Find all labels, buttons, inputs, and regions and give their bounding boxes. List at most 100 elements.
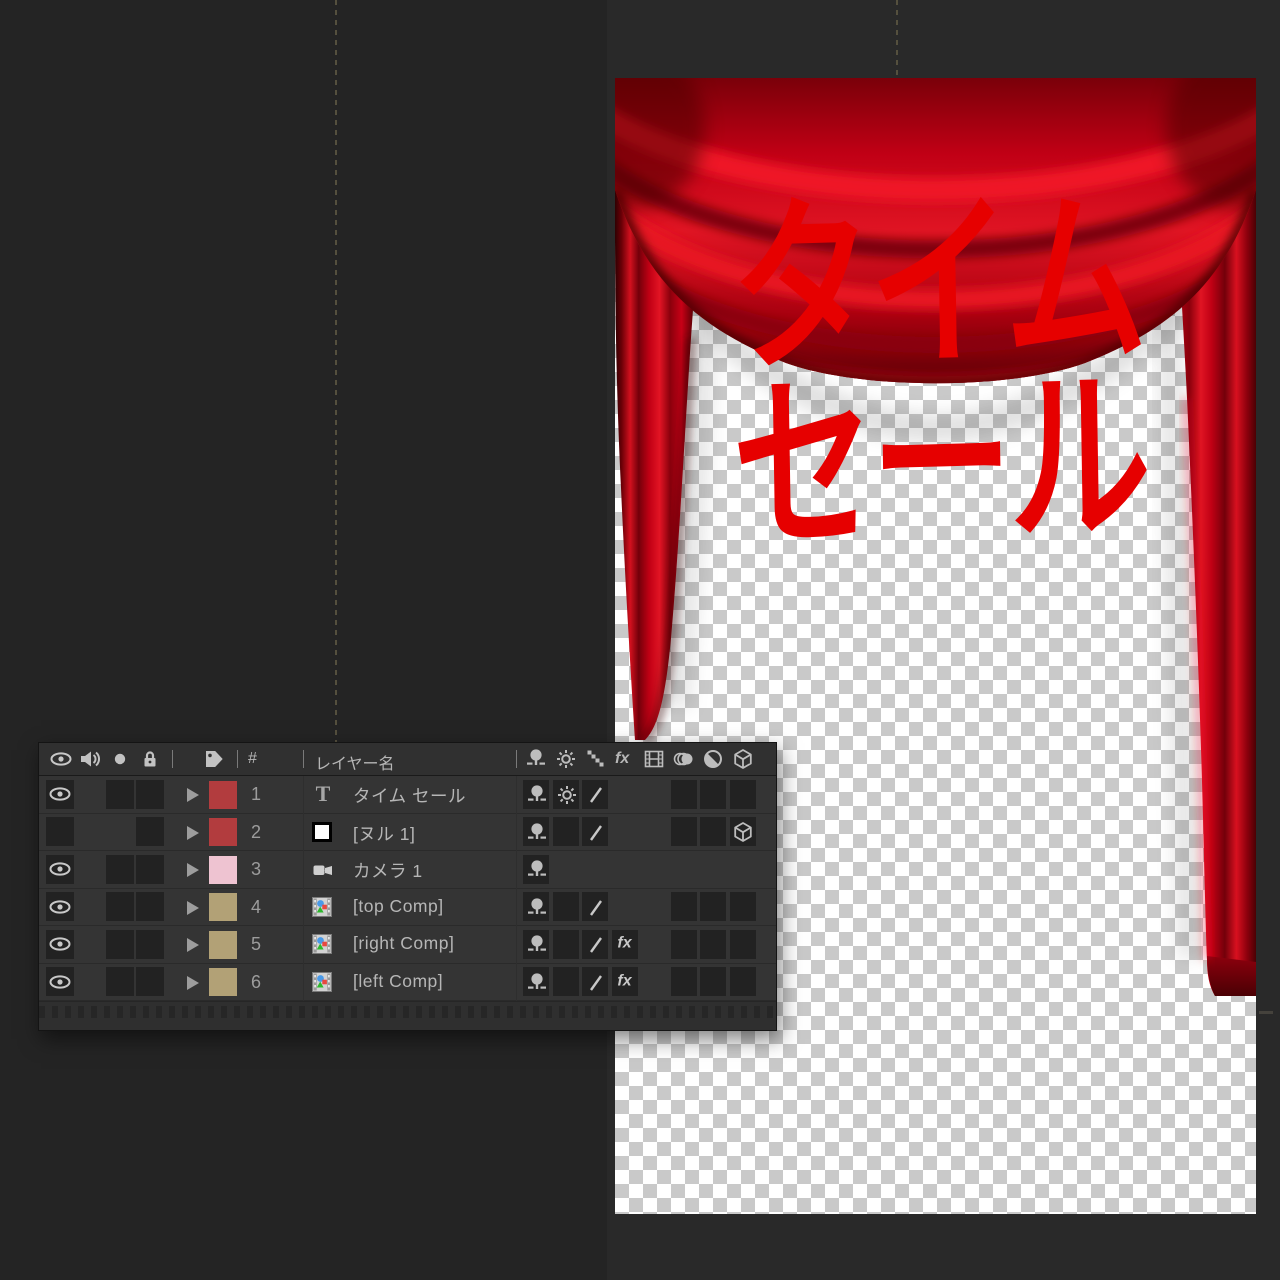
layer-number: 1 — [251, 784, 261, 805]
composition-icon — [307, 967, 339, 999]
composition-icon — [307, 892, 339, 924]
lock-toggle[interactable] — [136, 930, 164, 959]
expand-arrow[interactable] — [187, 938, 199, 952]
3d-toggle[interactable] — [730, 817, 756, 846]
motion-blur-toggle[interactable] — [671, 967, 697, 996]
quality-toggle[interactable] — [582, 930, 608, 959]
quality-toggle[interactable] — [582, 892, 608, 921]
label-color-chip[interactable] — [209, 818, 237, 846]
layer-name[interactable]: カメラ 1 — [353, 858, 423, 883]
layer-row-2[interactable]: 2 [ヌル 1] — [39, 814, 776, 852]
adjustment-toggle[interactable] — [700, 817, 726, 846]
shy-toggle[interactable] — [523, 780, 549, 809]
shy-toggle[interactable] — [523, 892, 549, 921]
shy-toggle[interactable] — [523, 930, 549, 959]
expand-arrow[interactable] — [187, 826, 199, 840]
motion-blur-toggle[interactable] — [671, 817, 697, 846]
3d-toggle[interactable] — [730, 892, 756, 921]
adjustment-toggle[interactable] — [700, 892, 726, 921]
adjustment-toggle[interactable] — [700, 967, 726, 996]
label-color-chip[interactable] — [209, 931, 237, 959]
expand-arrow[interactable] — [187, 976, 199, 990]
camera-icon — [307, 854, 339, 886]
layer-name[interactable]: [left Comp] — [353, 971, 443, 992]
composition-icon — [307, 929, 339, 961]
label-color-chip[interactable] — [209, 968, 237, 996]
lock-toggle[interactable] — [136, 780, 164, 809]
shy-toggle[interactable] — [523, 967, 549, 996]
layer-row-5[interactable]: 5 [right Comp] fx — [39, 926, 776, 964]
layer-row-4[interactable]: 4 [top Comp] — [39, 889, 776, 927]
motion-blur-toggle[interactable] — [671, 780, 697, 809]
effects-toggle[interactable]: fx — [612, 930, 638, 959]
collapse-toggle[interactable] — [553, 967, 579, 996]
layer-row-1[interactable]: 1 T タイム セール — [39, 776, 776, 814]
text-layer-icon: T — [307, 779, 339, 811]
video-eye-icon — [49, 747, 73, 771]
label-color-chip[interactable] — [209, 856, 237, 884]
lock-toggle[interactable] — [136, 892, 164, 921]
adjustment-toggle[interactable] — [700, 930, 726, 959]
label-color-chip[interactable] — [209, 781, 237, 809]
shy-toggle[interactable] — [523, 855, 549, 884]
quality-toggle[interactable] — [582, 967, 608, 996]
solo-toggle[interactable] — [106, 780, 134, 809]
layer-name[interactable]: [right Comp] — [353, 933, 454, 954]
layer-name[interactable]: タイム セール — [353, 783, 466, 808]
quality-toggle[interactable] — [582, 817, 608, 846]
3d-layer-icon — [731, 747, 755, 771]
layer-name[interactable]: [top Comp] — [353, 896, 444, 917]
video-toggle[interactable] — [46, 892, 74, 921]
empty-area-texture — [39, 1006, 776, 1018]
null-layer-icon — [307, 817, 339, 849]
sale-banner-text: タイム セール — [615, 187, 1262, 561]
adjustment-toggle[interactable] — [700, 780, 726, 809]
motion-blur-toggle[interactable] — [671, 930, 697, 959]
number-column-header: # — [248, 750, 257, 768]
column-separator — [303, 776, 304, 1001]
solo-toggle[interactable] — [106, 967, 134, 996]
composition-canvas[interactable]: タイム セール — [615, 78, 1256, 1214]
adjustment-layer-icon — [701, 747, 725, 771]
timeline-layer-panel: # レイヤー名 fx 1 T タイム セール — [38, 742, 777, 1031]
layer-row-6[interactable]: 6 [left Comp] fx — [39, 964, 776, 1002]
3d-toggle[interactable] — [730, 967, 756, 996]
solo-toggle[interactable] — [106, 855, 134, 884]
header-divider — [516, 750, 517, 768]
solo-toggle[interactable] — [106, 892, 134, 921]
shy-icon — [524, 747, 548, 771]
solo-toggle[interactable] — [106, 930, 134, 959]
layer-row-3[interactable]: 3 カメラ 1 — [39, 851, 776, 889]
video-toggle[interactable] — [46, 967, 74, 996]
3d-toggle[interactable] — [730, 780, 756, 809]
layer-name[interactable]: [ヌル 1] — [353, 821, 415, 846]
header-divider — [303, 750, 304, 768]
collapse-toggle[interactable] — [553, 892, 579, 921]
collapse-toggle[interactable] — [553, 817, 579, 846]
shy-toggle[interactable] — [523, 817, 549, 846]
layer-number: 6 — [251, 972, 261, 993]
video-toggle[interactable] — [46, 780, 74, 809]
collapse-toggle[interactable] — [553, 780, 579, 809]
quality-toggle[interactable] — [582, 780, 608, 809]
banner-text-line1: タイム — [615, 187, 1259, 383]
expand-arrow[interactable] — [187, 863, 199, 877]
vertical-guide-line — [335, 0, 337, 742]
expand-arrow[interactable] — [187, 788, 199, 802]
viewer-edge-tick — [1259, 1011, 1273, 1014]
label-tag-icon — [202, 747, 226, 771]
expand-arrow[interactable] — [187, 901, 199, 915]
3d-toggle[interactable] — [730, 930, 756, 959]
motion-blur-icon — [672, 747, 696, 771]
label-color-chip[interactable] — [209, 893, 237, 921]
video-toggle[interactable] — [46, 817, 74, 846]
lock-toggle[interactable] — [136, 855, 164, 884]
vertical-guide-line-2 — [896, 0, 898, 78]
video-toggle[interactable] — [46, 930, 74, 959]
collapse-toggle[interactable] — [553, 930, 579, 959]
effects-toggle[interactable]: fx — [612, 967, 638, 996]
video-toggle[interactable] — [46, 855, 74, 884]
lock-toggle[interactable] — [136, 967, 164, 996]
motion-blur-toggle[interactable] — [671, 892, 697, 921]
lock-toggle[interactable] — [136, 817, 164, 846]
